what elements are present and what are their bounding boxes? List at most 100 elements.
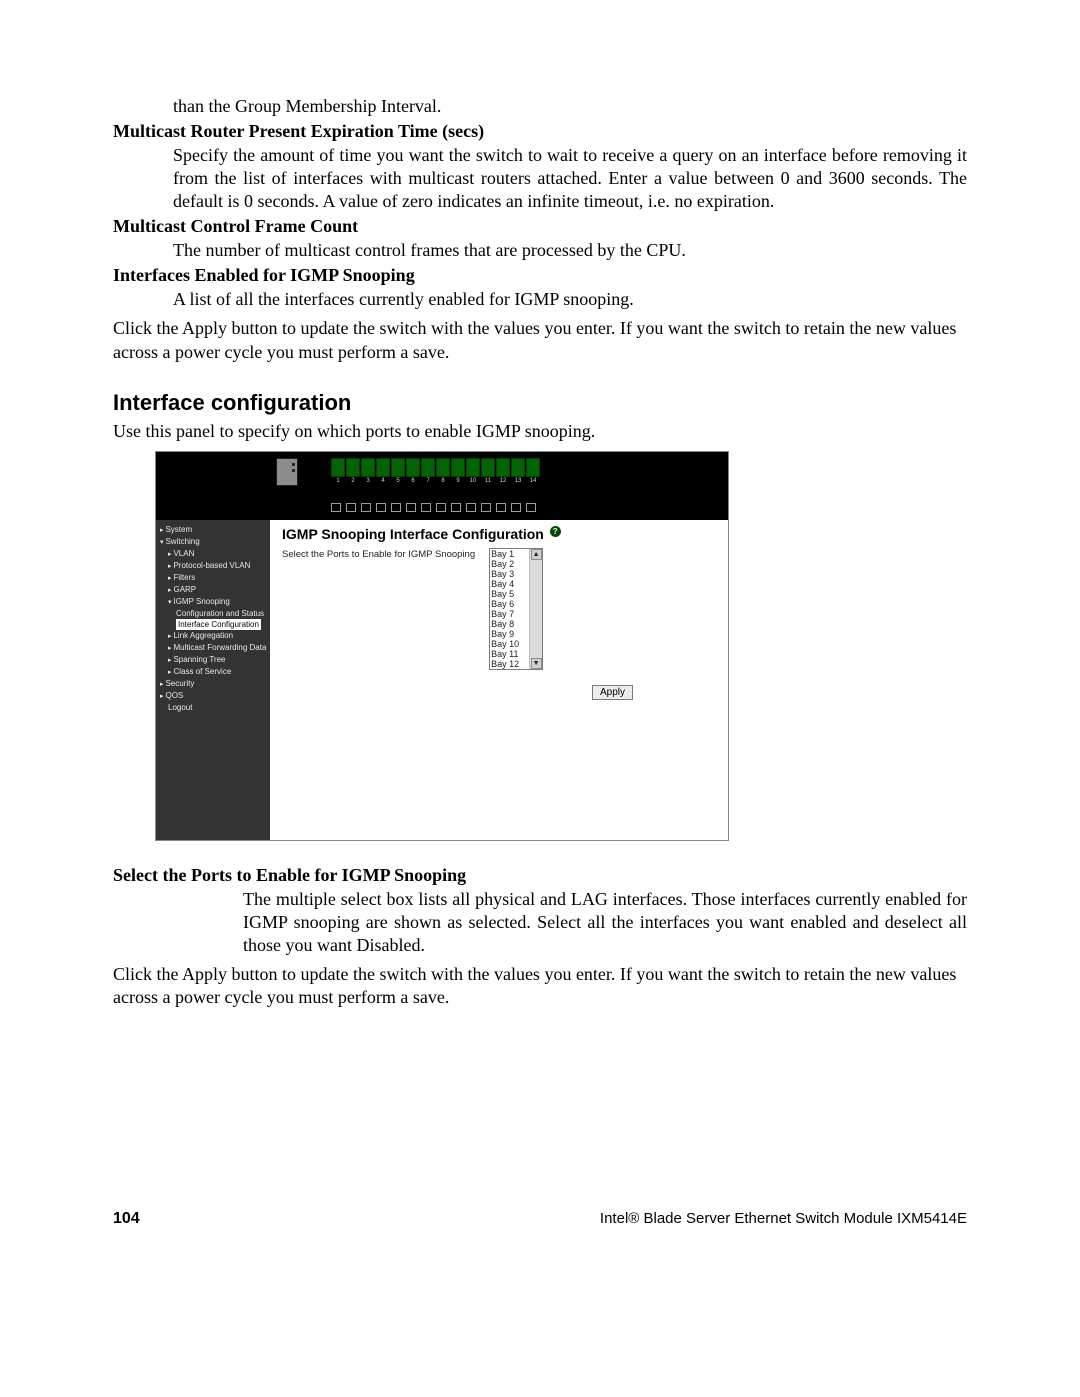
status-box <box>511 503 521 512</box>
port-slot <box>346 458 360 477</box>
continuation-text: than the Group Membership Interval. <box>113 95 967 118</box>
term-multicast-router-expiration-body: Specify the amount of time you want the … <box>113 144 967 213</box>
term-multicast-router-expiration: Multicast Router Present Expiration Time… <box>113 121 967 142</box>
status-box <box>376 503 386 512</box>
status-box <box>481 503 491 512</box>
nav-tree[interactable]: SystemSwitchingVLANProtocol-based VLANFi… <box>156 520 270 840</box>
term-select-ports-body: The multiple select box lists all physic… <box>113 888 967 957</box>
port-number: 12 <box>496 478 510 485</box>
port-slot <box>436 458 450 477</box>
term-multicast-control-frame-count: Multicast Control Frame Count <box>113 216 967 237</box>
apply-note-1: Click the Apply button to update the swi… <box>113 317 967 364</box>
switch-chassis-icon <box>276 458 298 486</box>
port-number: 9 <box>451 478 465 485</box>
nav-item[interactable]: QOS <box>160 690 266 702</box>
nav-item[interactable]: VLAN <box>160 548 266 560</box>
status-box <box>331 503 341 512</box>
port-slot <box>526 458 540 477</box>
status-box <box>436 503 446 512</box>
port-number: 14 <box>526 478 540 485</box>
port-slot <box>466 458 480 477</box>
port-number: 6 <box>406 478 420 485</box>
listbox-option[interactable]: Bay 2 <box>491 559 528 569</box>
port-number: 2 <box>346 478 360 485</box>
status-box <box>346 503 356 512</box>
port-number: 13 <box>511 478 525 485</box>
port-number: 10 <box>466 478 480 485</box>
port-slot <box>421 458 435 477</box>
term-interfaces-enabled-igmp: Interfaces Enabled for IGMP Snooping <box>113 265 967 286</box>
section-intro: Use this panel to specify on which ports… <box>113 420 967 443</box>
nav-item[interactable]: Class of Service <box>160 666 266 678</box>
apply-note-2: Click the Apply button to update the swi… <box>113 963 967 1010</box>
nav-item[interactable]: Security <box>160 678 266 690</box>
figure-igmp-interface-config: 1 2 3 4 5 6 7 8 9 10 11 12 13 14 <box>155 451 729 841</box>
port-slot <box>331 458 345 477</box>
listbox-option[interactable]: Bay 8 <box>491 619 528 629</box>
status-box <box>496 503 506 512</box>
nav-item[interactable]: Filters <box>160 572 266 584</box>
nav-item[interactable]: Configuration and Status <box>160 608 266 619</box>
help-icon[interactable]: ? <box>550 526 561 537</box>
scroll-down-icon[interactable]: ▼ <box>531 658 542 669</box>
nav-item[interactable]: Spanning Tree <box>160 654 266 666</box>
port-number: 8 <box>436 478 450 485</box>
port-slot <box>481 458 495 477</box>
section-heading-interface-configuration: Interface configuration <box>113 390 967 416</box>
port-slot <box>451 458 465 477</box>
nav-item[interactable]: System <box>160 524 266 536</box>
nav-item[interactable]: Link Aggregation <box>160 630 266 642</box>
port-diagram: 1 2 3 4 5 6 7 8 9 10 11 12 13 14 <box>331 458 540 485</box>
nav-item[interactable]: IGMP Snooping <box>160 596 266 608</box>
nav-item[interactable]: Interface Configuration <box>160 619 266 630</box>
field-label-select-ports: Select the Ports to Enable for IGMP Snoo… <box>282 548 475 560</box>
port-slot <box>511 458 525 477</box>
status-box <box>391 503 401 512</box>
listbox-option[interactable]: Bay 7 <box>491 609 528 619</box>
listbox-option[interactable]: Bay 9 <box>491 629 528 639</box>
status-box <box>451 503 461 512</box>
port-slot <box>406 458 420 477</box>
port-slot <box>496 458 510 477</box>
panel-title: IGMP Snooping Interface Configuration ? <box>282 526 700 542</box>
listbox-option[interactable]: Bay 4 <box>491 579 528 589</box>
status-indicators <box>331 501 536 512</box>
nav-item[interactable]: GARP <box>160 584 266 596</box>
scroll-up-icon[interactable]: ▲ <box>531 549 542 560</box>
port-slot <box>376 458 390 477</box>
status-box <box>406 503 416 512</box>
port-number: 5 <box>391 478 405 485</box>
nav-item[interactable]: Logout <box>160 702 266 713</box>
status-box <box>421 503 431 512</box>
page-number: 104 <box>113 1210 140 1228</box>
port-slot <box>391 458 405 477</box>
ports-listbox[interactable]: Bay 1Bay 2Bay 3Bay 4Bay 5Bay 6Bay 7Bay 8… <box>489 548 543 670</box>
port-number: 4 <box>376 478 390 485</box>
term-select-ports: Select the Ports to Enable for IGMP Snoo… <box>113 865 967 886</box>
listbox-option[interactable]: Bay 3 <box>491 569 528 579</box>
apply-button[interactable]: Apply <box>592 685 633 700</box>
nav-item[interactable]: Protocol-based VLAN <box>160 560 266 572</box>
listbox-option[interactable]: Bay 5 <box>491 589 528 599</box>
port-number: 11 <box>481 478 495 485</box>
figure-header: 1 2 3 4 5 6 7 8 9 10 11 12 13 14 <box>156 452 728 520</box>
term-interfaces-enabled-igmp-body: A list of all the interfaces currently e… <box>113 288 967 311</box>
listbox-option[interactable]: Bay 11 <box>491 649 528 659</box>
listbox-option[interactable]: Bay 6 <box>491 599 528 609</box>
term-multicast-control-frame-count-body: The number of multicast control frames t… <box>113 239 967 262</box>
status-box <box>361 503 371 512</box>
nav-item[interactable]: Multicast Forwarding Database <box>160 642 266 654</box>
listbox-scrollbar[interactable]: ▲ ▼ <box>529 549 542 669</box>
status-box <box>466 503 476 512</box>
listbox-option[interactable]: Bay 1 <box>491 549 528 559</box>
listbox-option[interactable]: Bay 10 <box>491 639 528 649</box>
nav-item[interactable]: Switching <box>160 536 266 548</box>
status-box <box>526 503 536 512</box>
config-panel: IGMP Snooping Interface Configuration ? … <box>270 520 728 840</box>
port-number: 7 <box>421 478 435 485</box>
port-slot <box>361 458 375 477</box>
listbox-option[interactable]: Bay 12 <box>491 659 528 669</box>
footer-product: Intel® Blade Server Ethernet Switch Modu… <box>600 1210 967 1227</box>
port-number: 3 <box>361 478 375 485</box>
port-number: 1 <box>331 478 345 485</box>
